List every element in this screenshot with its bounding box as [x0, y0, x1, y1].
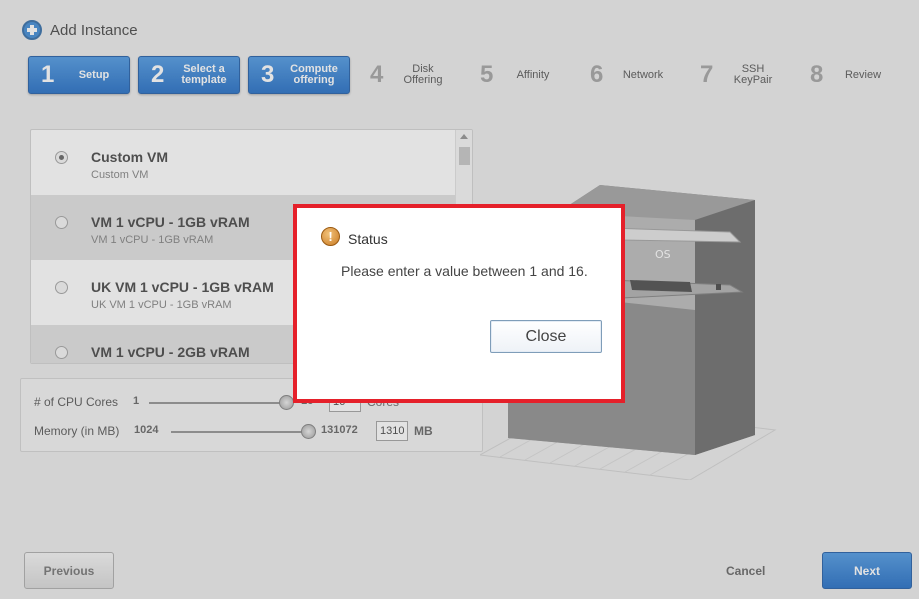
dialog-title: Status [348, 231, 388, 247]
close-button[interactable]: Close [490, 320, 602, 353]
status-dialog: ! Status Please enter a value between 1 … [293, 204, 625, 403]
warning-icon: ! [321, 227, 340, 246]
dialog-message: Please enter a value between 1 and 16. [341, 263, 588, 279]
